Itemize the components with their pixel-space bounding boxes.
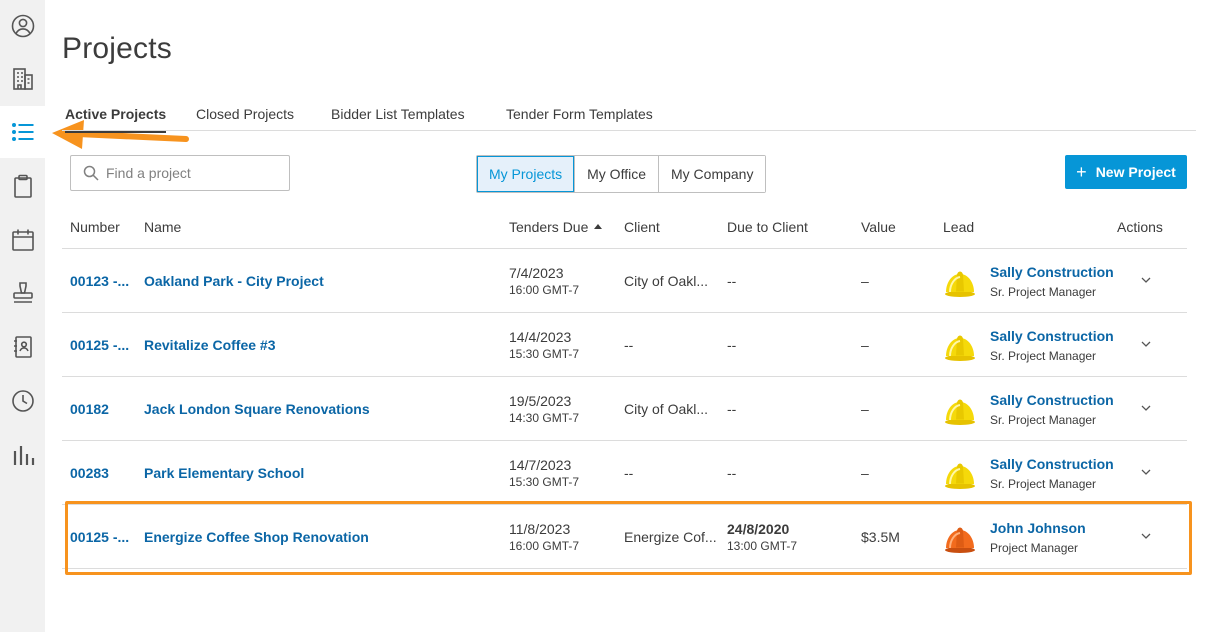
column-header-value[interactable]: Value (861, 219, 896, 235)
chevron-down-icon[interactable] (1140, 404, 1152, 412)
due-to-client: -- (727, 273, 736, 289)
column-header-actions: Actions (1117, 219, 1163, 235)
search-box (70, 155, 290, 191)
due-to-client: -- (727, 401, 736, 417)
column-header-name[interactable]: Name (144, 219, 181, 235)
lead-role: Sr. Project Manager (990, 477, 1096, 491)
table-row[interactable]: 00125 -... Revitalize Coffee #3 14/4/202… (62, 313, 1187, 377)
project-value: – (861, 465, 869, 481)
clipboard-icon (10, 173, 36, 199)
project-number-link[interactable]: 00125 -... (70, 337, 132, 353)
client-name: -- (624, 337, 718, 353)
sidebar-item-companies[interactable] (0, 53, 45, 105)
tenders-due-time: 15:30 GMT-7 (509, 347, 579, 361)
lead-name-link[interactable]: Sally Construction (990, 264, 1114, 280)
sidebar (0, 0, 45, 632)
project-number-link[interactable]: 00182 (70, 401, 132, 417)
tenders-due-date: 14/7/2023 (509, 457, 571, 473)
project-number-link[interactable]: 00283 (70, 465, 132, 481)
project-name-link[interactable]: Park Elementary School (144, 465, 484, 481)
table-row[interactable]: 00123 -... Oakland Park - City Project 7… (62, 249, 1187, 313)
tenders-due-time: 14:30 GMT-7 (509, 411, 579, 425)
hard-hat-icon (942, 327, 978, 363)
project-name-link[interactable]: Revitalize Coffee #3 (144, 337, 484, 353)
sidebar-item-history[interactable] (0, 375, 45, 427)
table-row[interactable]: 00283 Park Elementary School 14/7/2023 1… (62, 441, 1187, 505)
project-name-link[interactable]: Jack London Square Renovations (144, 401, 484, 417)
project-value: – (861, 273, 869, 289)
filter-my-projects[interactable]: My Projects (477, 156, 575, 192)
sidebar-item-approvals[interactable] (0, 267, 45, 319)
client-name: City of Oakl... (624, 401, 718, 417)
tab-tender-form-templates[interactable]: Tender Form Templates (506, 106, 653, 131)
sidebar-item-profile[interactable] (0, 0, 45, 52)
filter-my-office[interactable]: My Office (575, 156, 659, 192)
tenders-due-time: 15:30 GMT-7 (509, 475, 579, 489)
clock-icon (10, 388, 36, 414)
tab-closed-projects[interactable]: Closed Projects (196, 106, 294, 131)
tenders-due-time: 16:00 GMT-7 (509, 283, 579, 297)
lead-name-link[interactable]: Sally Construction (990, 456, 1114, 472)
tab-active-projects[interactable]: Active Projects (65, 106, 166, 133)
building-icon (10, 66, 36, 92)
lead-name-link[interactable]: Sally Construction (990, 392, 1114, 408)
sidebar-item-directory[interactable] (0, 321, 45, 373)
sidebar-item-reports[interactable] (0, 429, 45, 481)
column-header-tenders-due-label: Tenders Due (509, 219, 588, 235)
due-to-client: -- (727, 465, 736, 481)
plus-icon: + (1076, 163, 1087, 181)
search-icon (83, 165, 99, 181)
lead-name-link[interactable]: Sally Construction (990, 328, 1114, 344)
hard-hat-icon (942, 391, 978, 427)
column-header-due-to-client[interactable]: Due to Client (727, 219, 808, 235)
table-header: Number Name Tenders Due Client Due to Cl… (62, 210, 1187, 249)
column-header-number[interactable]: Number (70, 219, 120, 235)
new-project-button[interactable]: + New Project (1065, 155, 1187, 189)
project-value: – (861, 337, 869, 353)
filter-my-company[interactable]: My Company (659, 156, 765, 192)
page-title: Projects (62, 32, 172, 66)
project-tabs: Active Projects Closed Projects Bidder L… (62, 100, 1196, 131)
lead-role: Sr. Project Manager (990, 285, 1096, 299)
table-row[interactable]: 00182 Jack London Square Renovations 19/… (62, 377, 1187, 441)
new-project-label: New Project (1096, 164, 1176, 180)
project-scope-filter: My Projects My Office My Company (476, 155, 766, 193)
chevron-down-icon[interactable] (1140, 340, 1152, 348)
hard-hat-icon (942, 263, 978, 299)
chevron-down-icon[interactable] (1140, 468, 1152, 476)
sidebar-item-tasks[interactable] (0, 160, 45, 212)
tenders-due-date: 19/5/2023 (509, 393, 571, 409)
user-icon (10, 13, 36, 39)
search-input[interactable] (106, 156, 286, 190)
lead-role: Sr. Project Manager (990, 413, 1096, 427)
address-book-icon (10, 334, 36, 360)
column-header-lead[interactable]: Lead (943, 219, 974, 235)
list-icon (10, 119, 36, 145)
column-header-client[interactable]: Client (624, 219, 660, 235)
due-to-client: -- (727, 337, 736, 353)
client-name: -- (624, 465, 718, 481)
project-number-link[interactable]: 00123 -... (70, 273, 132, 289)
hard-hat-icon (942, 455, 978, 491)
tenders-due-date: 14/4/2023 (509, 329, 571, 345)
calendar-icon (10, 227, 36, 253)
chevron-down-icon[interactable] (1140, 276, 1152, 284)
tenders-due-date: 7/4/2023 (509, 265, 564, 281)
client-name: City of Oakl... (624, 273, 718, 289)
bar-chart-icon (10, 442, 36, 468)
column-header-tenders-due[interactable]: Tenders Due (509, 219, 602, 235)
tab-bidder-list-templates[interactable]: Bidder List Templates (331, 106, 465, 131)
sidebar-item-calendar[interactable] (0, 214, 45, 266)
highlight-box (65, 501, 1192, 575)
sort-ascending-icon (594, 224, 602, 229)
project-value: – (861, 401, 869, 417)
project-name-link[interactable]: Oakland Park - City Project (144, 273, 484, 289)
stamp-icon (10, 280, 36, 306)
lead-role: Sr. Project Manager (990, 349, 1096, 363)
